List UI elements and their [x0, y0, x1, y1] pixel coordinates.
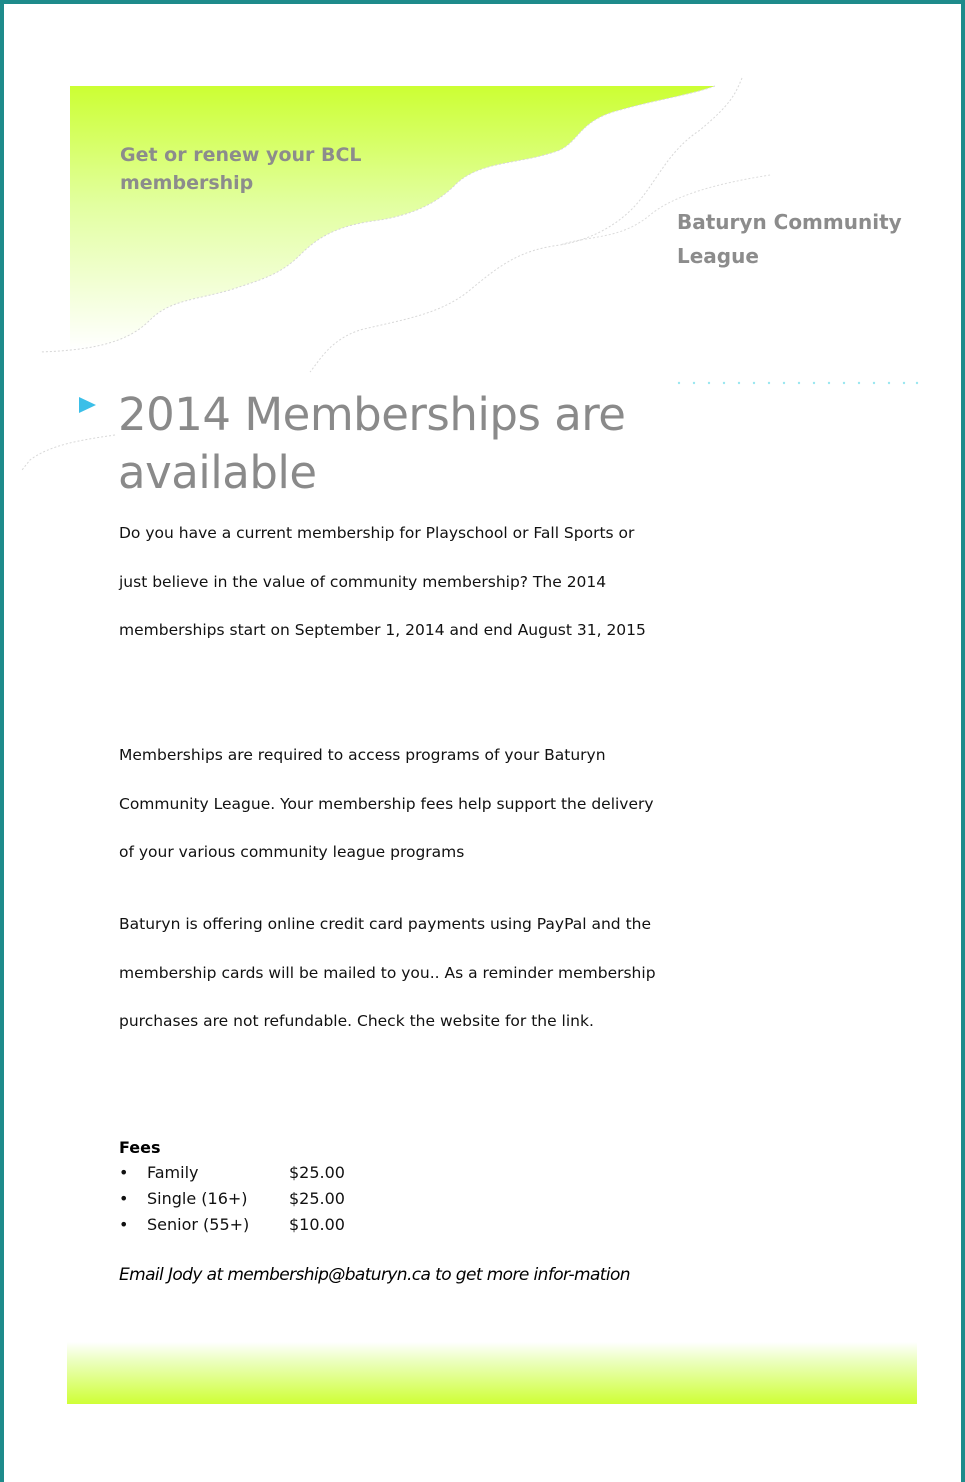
fees-list: • Family $25.00 • Single (16+) $25.00 • … — [119, 1160, 519, 1238]
fee-item-family: • Family $25.00 — [119, 1160, 519, 1186]
organization-name: Baturyn Community League — [677, 210, 902, 268]
banner-tagline: Get or renew your BCL membership — [120, 144, 362, 194]
requirements-paragraph: Memberships are required to access progr… — [119, 746, 654, 861]
payment-paragraph: Baturyn is offering online credit card p… — [119, 915, 656, 1030]
green-wave-shape — [70, 86, 715, 350]
fees-heading: Fees — [119, 1138, 161, 1157]
footer-gradient-bar — [67, 1342, 917, 1404]
contact-email-note: Email Jody at membership@baturyn.ca to g… — [119, 1265, 631, 1285]
fee-name: Family — [147, 1163, 199, 1182]
bullet-icon: • — [119, 1163, 129, 1182]
fee-item-single: • Single (16+) $25.00 — [119, 1186, 519, 1212]
fee-name: Single (16+) — [147, 1189, 248, 1208]
article-headline: 2014 Memberships are available — [118, 388, 626, 499]
fee-item-senior: • Senior (55+) $10.00 — [119, 1212, 519, 1238]
wave-edge-line-4 — [21, 434, 116, 471]
fee-price: $25.00 — [289, 1189, 345, 1208]
fee-price: $10.00 — [289, 1215, 345, 1234]
fee-name: Senior (55+) — [147, 1215, 250, 1234]
intro-paragraph: Do you have a current membership for Pla… — [119, 524, 646, 639]
triangle-bullet-icon — [79, 397, 96, 413]
dotted-divider — [677, 381, 919, 385]
bullet-icon: • — [119, 1215, 129, 1234]
bullet-icon: • — [119, 1189, 129, 1208]
fee-price: $25.00 — [289, 1163, 345, 1182]
